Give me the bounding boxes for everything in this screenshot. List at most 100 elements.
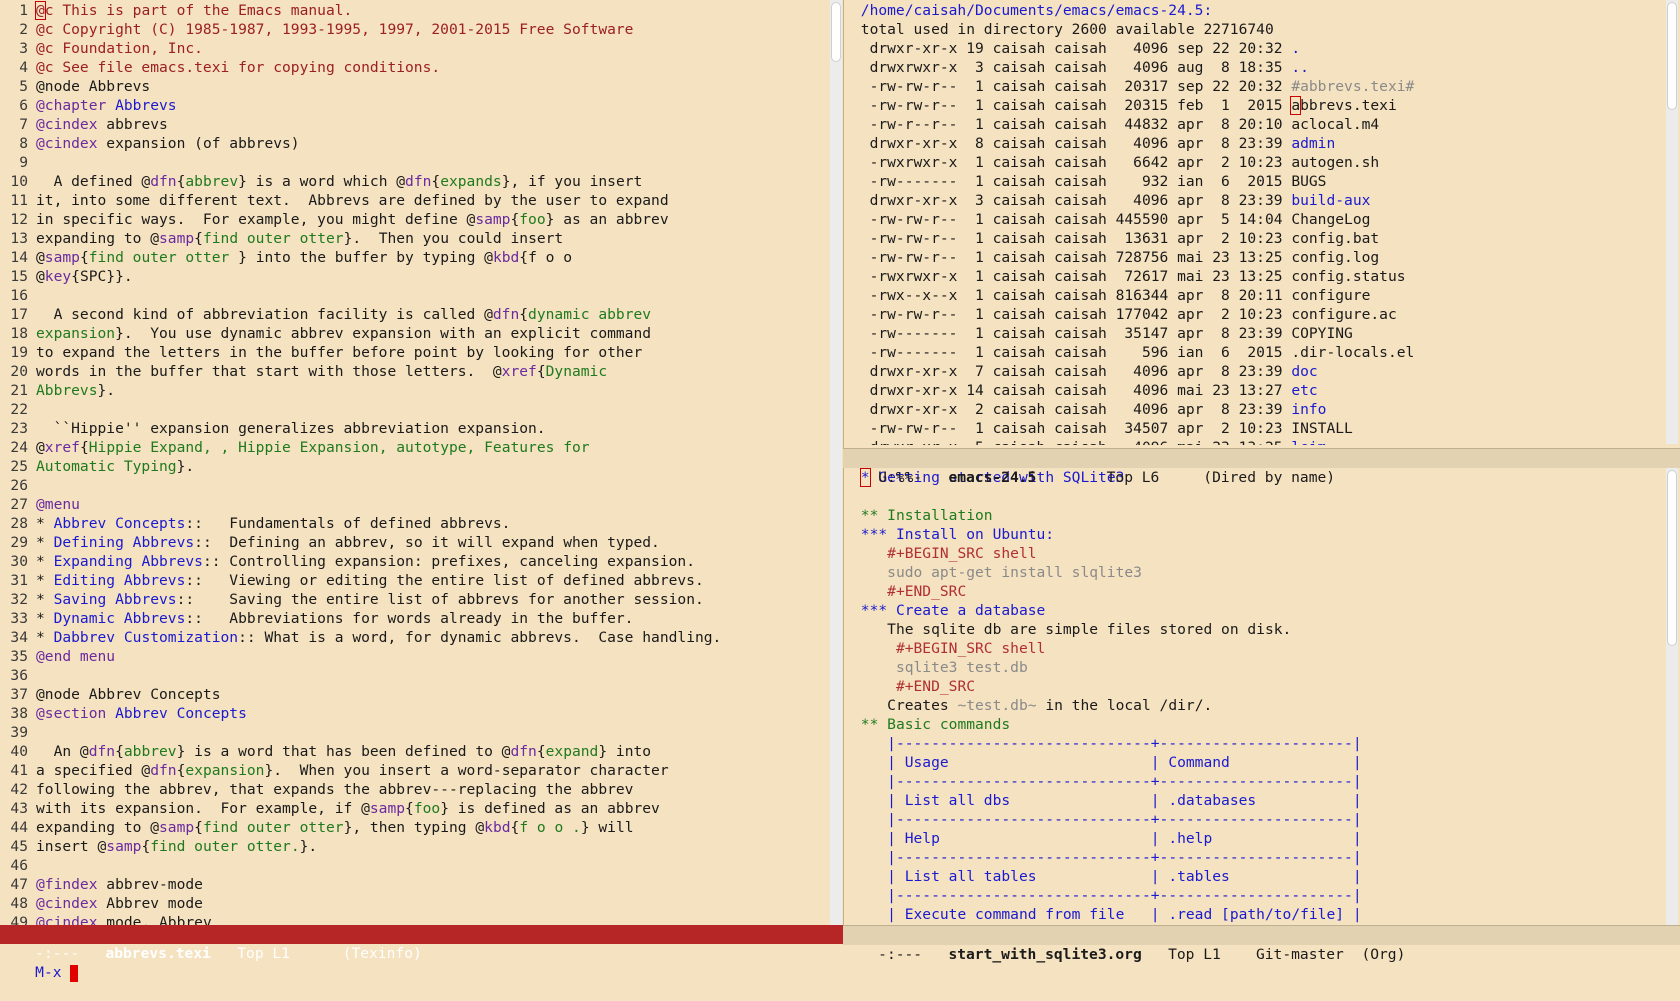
- texinfo-line[interactable]: 3 @c Foundation, Inc.: [0, 39, 828, 58]
- org-line[interactable]: #+BEGIN_SRC shell: [852, 639, 1664, 658]
- dired-modeline-buffer-name[interactable]: emacs-24.5: [948, 469, 1036, 486]
- texinfo-line[interactable]: 16: [0, 286, 828, 305]
- minibuffer[interactable]: M-x: [0, 944, 1680, 982]
- dired-file-row[interactable]: drwxr-xr-x 7 caisah caisah 4096 apr 8 23…: [852, 362, 1664, 381]
- dired-file-row[interactable]: -rwxrwxr-x 1 caisah caisah 72617 mai 23 …: [852, 267, 1664, 286]
- dired-scrollbar-thumb[interactable]: [1667, 2, 1677, 110]
- dired-file-row[interactable]: -rw------- 1 caisah caisah 35147 apr 8 2…: [852, 324, 1664, 343]
- texinfo-line[interactable]: 15 @key{SPC}}.: [0, 267, 828, 286]
- texinfo-line[interactable]: 10 A defined @dfn{abbrev} is a word whic…: [0, 172, 828, 191]
- dired-file-row[interactable]: drwxr-xr-x 5 caisah caisah 4096 mai 23 1…: [852, 438, 1664, 445]
- texinfo-line[interactable]: 6 @chapter Abbrevs: [0, 96, 828, 115]
- org-line[interactable]: |-----------------------------+---------…: [852, 810, 1664, 829]
- texinfo-line[interactable]: 4 @c See file emacs.texi for copying cond…: [0, 58, 828, 77]
- org-line[interactable]: Creates ~test.db~ in the local /dir/.: [852, 696, 1664, 715]
- org-line[interactable]: | Help | .help |: [852, 829, 1664, 848]
- dired-file-row[interactable]: -rw-rw-r-- 1 caisah caisah 20315 feb 1 2…: [852, 96, 1664, 115]
- dired-file-row[interactable]: drwxr-xr-x 19 caisah caisah 4096 sep 22 …: [852, 39, 1664, 58]
- texinfo-line[interactable]: 35 @end menu: [0, 647, 828, 666]
- dired-file-row[interactable]: drwxr-xr-x 3 caisah caisah 4096 apr 8 23…: [852, 191, 1664, 210]
- texinfo-line[interactable]: 38 @section Abbrev Concepts: [0, 704, 828, 723]
- org-line[interactable]: ** Basic commands: [852, 715, 1664, 734]
- texinfo-line[interactable]: 18 expansion}. You use dynamic abbrev exp…: [0, 324, 828, 343]
- texinfo-buffer[interactable]: 1 @c This is part of the Emacs manual. 2 @c…: [0, 0, 828, 926]
- texinfo-line[interactable]: 29 * Defining Abbrevs:: Defining an abbre…: [0, 533, 828, 552]
- texinfo-line[interactable]: 31 * Editing Abbrevs:: Viewing or editing…: [0, 571, 828, 590]
- dired-modeline-mode[interactable]: (Dired by name): [1203, 469, 1335, 486]
- dired-file-row[interactable]: drwxr-xr-x 14 caisah caisah 4096 mai 23 …: [852, 381, 1664, 400]
- dired-file-row[interactable]: drwxr-xr-x 2 caisah caisah 4096 apr 8 23…: [852, 400, 1664, 419]
- texinfo-line[interactable]: 11 it, into some different text. Abbrevs …: [0, 191, 828, 210]
- dired-file-row[interactable]: -rwx--x--x 1 caisah caisah 816344 apr 8 …: [852, 286, 1664, 305]
- texinfo-line[interactable]: 1 @c This is part of the Emacs manual.: [0, 1, 828, 20]
- dired-file-row[interactable]: -rw-rw-r-- 1 caisah caisah 20317 sep 22 …: [852, 77, 1664, 96]
- texinfo-line[interactable]: 12 in specific ways. For example, you mig…: [0, 210, 828, 229]
- texinfo-line[interactable]: 43 with its expansion. For example, if @s…: [0, 799, 828, 818]
- texinfo-line[interactable]: 40 An @dfn{abbrev} is a word that has be…: [0, 742, 828, 761]
- dired-file-row[interactable]: -rw------- 1 caisah caisah 932 ian 6 201…: [852, 172, 1664, 191]
- org-line[interactable]: ** Installation: [852, 506, 1664, 525]
- texinfo-line[interactable]: 28 * Abbrev Concepts:: Fundamentals of de…: [0, 514, 828, 533]
- org-scrollbar-thumb[interactable]: [1667, 470, 1677, 646]
- left-scrollbar[interactable]: [830, 0, 842, 925]
- dired-buffer[interactable]: /home/caisah/Documents/emacs/emacs-24.5:…: [852, 0, 1664, 445]
- org-line[interactable]: |-----------------------------+---------…: [852, 848, 1664, 867]
- texinfo-modeline[interactable]: -:--- abbrevs.texi Top L1 (Texinfo): [0, 925, 843, 962]
- dired-file-row[interactable]: -rw-rw-r-- 1 caisah caisah 34507 apr 2 1…: [852, 419, 1664, 438]
- dired-file-row[interactable]: -rw-rw-r-- 1 caisah caisah 177042 apr 2 …: [852, 305, 1664, 324]
- texinfo-line[interactable]: 45 insert @samp{find outer otter.}.: [0, 837, 828, 856]
- texinfo-line[interactable]: 36: [0, 666, 828, 685]
- org-line[interactable]: #+BEGIN_SRC shell: [852, 544, 1664, 563]
- org-buffer[interactable]: * Getting started with SQLite3 ** Instal…: [852, 468, 1664, 925]
- texinfo-line[interactable]: 30 * Expanding Abbrevs:: Controlling expa…: [0, 552, 828, 571]
- texinfo-line[interactable]: 14 @samp{find outer otter } into the buff…: [0, 248, 828, 267]
- texinfo-line[interactable]: 19 to expand the letters in the buffer be…: [0, 343, 828, 362]
- texinfo-line[interactable]: 48 @cindex Abbrev mode: [0, 894, 828, 913]
- left-scrollbar-thumb[interactable]: [831, 2, 841, 62]
- texinfo-line[interactable]: 5 @node Abbrevs: [0, 77, 828, 96]
- texinfo-line[interactable]: 13 expanding to @samp{find outer otter}. …: [0, 229, 828, 248]
- texinfo-line[interactable]: 20 words in the buffer that start with th…: [0, 362, 828, 381]
- org-line[interactable]: #+END_SRC: [852, 677, 1664, 696]
- org-line[interactable]: | List all tables | .tables |: [852, 867, 1664, 886]
- org-line[interactable]: [852, 487, 1664, 506]
- dired-file-row[interactable]: -rw-rw-r-- 1 caisah caisah 13631 apr 2 1…: [852, 229, 1664, 248]
- texinfo-line[interactable]: 46: [0, 856, 828, 875]
- texinfo-line[interactable]: 42 following the abbrev, that expands the…: [0, 780, 828, 799]
- texinfo-line[interactable]: 47 @findex abbrev-mode: [0, 875, 828, 894]
- org-line[interactable]: | List all dbs | .databases |: [852, 791, 1664, 810]
- org-modeline[interactable]: -:--- start_with_sqlite3.org Top L1 Git-…: [843, 925, 1680, 963]
- texinfo-line[interactable]: 2 @c Copyright (C) 1985-1987, 1993-1995, …: [0, 20, 828, 39]
- org-line[interactable]: sudo apt-get install slqlite3: [852, 563, 1664, 582]
- dired-file-row[interactable]: -rw-rw-r-- 1 caisah caisah 728756 mai 23…: [852, 248, 1664, 267]
- texinfo-line[interactable]: 9: [0, 153, 828, 172]
- texinfo-line[interactable]: 39: [0, 723, 828, 742]
- org-line[interactable]: |-----------------------------+---------…: [852, 734, 1664, 753]
- org-line[interactable]: sqlite3 test.db: [852, 658, 1664, 677]
- dired-file-row[interactable]: -rw-r--r-- 1 caisah caisah 44832 apr 8 2…: [852, 115, 1664, 134]
- texinfo-line[interactable]: 33 * Dynamic Abbrevs:: Abbreviations for …: [0, 609, 828, 628]
- texinfo-line[interactable]: 41 a specified @dfn{expansion}. When you …: [0, 761, 828, 780]
- texinfo-line[interactable]: 32 * Saving Abbrevs:: Saving the entire l…: [0, 590, 828, 609]
- texinfo-line[interactable]: 21 Abbrevs}.: [0, 381, 828, 400]
- org-scrollbar[interactable]: [1666, 468, 1678, 925]
- dired-file-row[interactable]: drwxr-xr-x 8 caisah caisah 4096 apr 8 23…: [852, 134, 1664, 153]
- dired-file-row[interactable]: -rwxrwxr-x 1 caisah caisah 6642 apr 2 10…: [852, 153, 1664, 172]
- org-line[interactable]: | Usage | Command |: [852, 753, 1664, 772]
- texinfo-line[interactable]: 44 expanding to @samp{find outer otter}, …: [0, 818, 828, 837]
- org-line[interactable]: #+END_SRC: [852, 582, 1664, 601]
- dired-file-row[interactable]: drwxrwxr-x 3 caisah caisah 4096 aug 8 18…: [852, 58, 1664, 77]
- org-line[interactable]: *** Create a database: [852, 601, 1664, 620]
- texinfo-line[interactable]: 22: [0, 400, 828, 419]
- dired-modeline[interactable]: U:%%- emacs-24.5 Top L6 (Dired by name): [843, 448, 1680, 486]
- org-line[interactable]: | Execute command from file | .read [pat…: [852, 905, 1664, 924]
- texinfo-line[interactable]: 26: [0, 476, 828, 495]
- texinfo-line[interactable]: 27 @menu: [0, 495, 828, 514]
- dired-file-row[interactable]: -rw------- 1 caisah caisah 596 ian 6 201…: [852, 343, 1664, 362]
- texinfo-line[interactable]: 8 @cindex expansion (of abbrevs): [0, 134, 828, 153]
- org-line[interactable]: The sqlite db are simple files stored on…: [852, 620, 1664, 639]
- org-line[interactable]: *** Install on Ubuntu:: [852, 525, 1664, 544]
- org-line[interactable]: |-----------------------------+---------…: [852, 886, 1664, 905]
- texinfo-line[interactable]: 7 @cindex abbrevs: [0, 115, 828, 134]
- texinfo-line[interactable]: 34 * Dabbrev Customization:: What is a wo…: [0, 628, 828, 647]
